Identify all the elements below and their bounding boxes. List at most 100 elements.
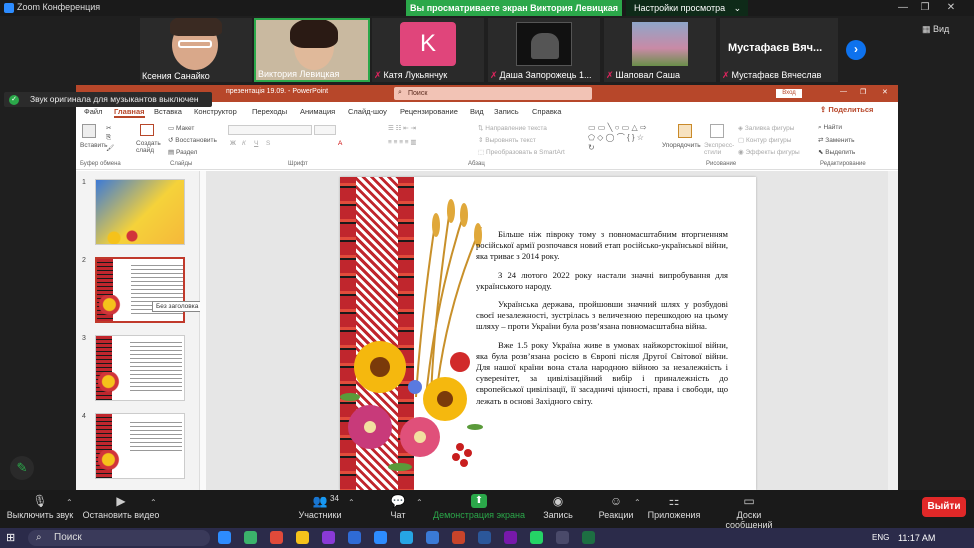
quick-styles-button[interactable]: Экспресс-стили bbox=[704, 142, 734, 156]
participant-tile[interactable]: ✗ Шаповал Саша bbox=[604, 18, 716, 82]
paste-button[interactable]: Вставить bbox=[80, 142, 108, 149]
reactions-options-caret[interactable]: ⌃ bbox=[634, 498, 641, 507]
bold-icon[interactable]: Ж bbox=[230, 140, 236, 147]
reactions-button[interactable]: ☺ Реакции bbox=[594, 490, 638, 528]
close-icon[interactable]: ✕ bbox=[882, 88, 888, 96]
share-button[interactable]: ⇪ Поделиться bbox=[820, 105, 873, 114]
tab-slideshow[interactable]: Слайд-шоу bbox=[348, 107, 387, 116]
minimize-icon[interactable]: — bbox=[892, 1, 914, 15]
font-color-icon[interactable]: A bbox=[338, 140, 342, 147]
whatsapp-taskbar-icon[interactable] bbox=[530, 531, 543, 544]
stop-video-button[interactable]: ▶ Остановить видео bbox=[82, 490, 160, 528]
tab-record[interactable]: Запись bbox=[494, 107, 519, 116]
taskbar-app-icon[interactable] bbox=[296, 531, 309, 544]
current-slide[interactable]: Більше ніж півроку тому з повномасштабни… bbox=[340, 177, 756, 490]
whiteboards-button[interactable]: ▭ Доски сообщений bbox=[712, 490, 786, 530]
powerpoint-taskbar-icon[interactable] bbox=[452, 531, 465, 544]
windows-start-icon[interactable]: ⊞ bbox=[6, 531, 20, 545]
bullets-icon[interactable]: ☰ ☷ ⇤ ⇥ bbox=[388, 124, 416, 132]
restore-icon[interactable]: ❐ bbox=[860, 88, 866, 96]
font-size-select[interactable] bbox=[314, 125, 336, 135]
italic-icon[interactable]: К bbox=[242, 140, 246, 147]
shape-effects-button[interactable]: ◉ Эффекты фигуры bbox=[738, 148, 800, 156]
zoom-taskbar-icon[interactable] bbox=[374, 531, 387, 544]
tab-animation[interactable]: Анимация bbox=[300, 107, 335, 116]
section-button[interactable]: ▤ Раздел bbox=[168, 148, 197, 156]
participant-tile-active[interactable]: Виктория Левицкая bbox=[254, 18, 370, 82]
thumbnail-scrollbar[interactable] bbox=[200, 171, 206, 490]
tab-file[interactable]: Файл bbox=[84, 107, 102, 116]
language-indicator[interactable]: ENG bbox=[872, 533, 889, 542]
mute-button[interactable]: 🎙 Выключить звук bbox=[4, 490, 76, 528]
apps-button[interactable]: ⚏ Приложения bbox=[646, 490, 702, 528]
slide-thumbnail[interactable] bbox=[95, 179, 185, 245]
smartart-button[interactable]: ⬚ Преобразовать в SmartArt bbox=[478, 148, 565, 156]
cut-icon[interactable]: ✂ bbox=[106, 124, 111, 132]
quick-styles-icon[interactable] bbox=[710, 124, 724, 138]
tab-design[interactable]: Конструктор bbox=[194, 107, 237, 116]
chat-options-caret[interactable]: ⌃ bbox=[416, 498, 423, 507]
view-button[interactable]: ▦ Вид bbox=[922, 24, 949, 35]
word-taskbar-icon[interactable] bbox=[478, 531, 491, 544]
taskbar-app-icon[interactable] bbox=[218, 531, 231, 544]
layout-button[interactable]: ▭ Макет bbox=[168, 124, 194, 132]
paste-icon[interactable] bbox=[82, 124, 96, 138]
next-page-button[interactable]: › bbox=[846, 40, 866, 60]
participants-button[interactable]: 👥 Участники bbox=[292, 490, 348, 528]
new-slide-button[interactable]: Создать слайд bbox=[136, 140, 162, 154]
arrange-icon[interactable] bbox=[678, 124, 692, 138]
taskbar-app-icon[interactable] bbox=[426, 531, 439, 544]
record-button[interactable]: ◉ Запись bbox=[536, 490, 580, 528]
shapes-gallery[interactable]: ▭ ▭ ╲ ○ ▭ △ ⇨ ⬠ ◇ ◯ ⌒ { } ☆ ↻ bbox=[588, 123, 652, 157]
participants-options-caret[interactable]: ⌃ bbox=[348, 498, 355, 507]
excel-taskbar-icon[interactable] bbox=[582, 531, 595, 544]
taskbar-app-icon[interactable] bbox=[556, 531, 569, 544]
chat-button[interactable]: 💬 Чат bbox=[380, 490, 416, 528]
telegram-taskbar-icon[interactable] bbox=[400, 531, 413, 544]
tab-help[interactable]: Справка bbox=[532, 107, 561, 116]
minimize-icon[interactable]: — bbox=[840, 88, 847, 95]
tab-transitions[interactable]: Переходы bbox=[252, 107, 287, 116]
slide-text-body[interactable]: Більше ніж півроку тому з повномасштабни… bbox=[476, 229, 728, 414]
participant-tile[interactable]: ✗ Даша Запорожець 1... bbox=[488, 18, 600, 82]
copy-icon[interactable]: ⎘ bbox=[106, 134, 111, 142]
shape-outline-button[interactable]: ▢ Контур фигуры bbox=[738, 136, 791, 144]
find-button[interactable]: ⌕ Найти bbox=[818, 124, 842, 132]
vertical-scrollbar[interactable] bbox=[888, 171, 898, 490]
clock[interactable]: 11:17 AM bbox=[898, 533, 935, 543]
annotate-pen-button[interactable]: ✎ bbox=[10, 456, 34, 480]
select-button[interactable]: ⬉ Выделить bbox=[818, 148, 855, 156]
align-text-button[interactable]: ⇕ Выровнять текст bbox=[478, 136, 536, 144]
slide-thumbnail[interactable] bbox=[95, 413, 185, 479]
participant-tile[interactable]: Ксения Санайко bbox=[140, 18, 252, 82]
underline-icon[interactable]: Ч bbox=[254, 140, 258, 147]
tab-view[interactable]: Вид bbox=[470, 107, 484, 116]
leave-button[interactable]: Выйти bbox=[922, 497, 966, 517]
taskbar-app-icon[interactable] bbox=[322, 531, 335, 544]
reset-button[interactable]: ↺ Восстановить bbox=[168, 136, 217, 144]
text-direction-button[interactable]: ⇅ Направление текста bbox=[478, 124, 547, 132]
tab-home[interactable]: Главная bbox=[114, 107, 145, 118]
sign-in-button[interactable]: Вход bbox=[776, 89, 802, 98]
onenote-taskbar-icon[interactable] bbox=[504, 531, 517, 544]
format-painter-icon[interactable]: 🖌 bbox=[106, 144, 114, 152]
arrange-button[interactable]: Упорядочить bbox=[662, 142, 701, 149]
new-slide-icon[interactable] bbox=[140, 124, 154, 136]
slide-thumbnail[interactable] bbox=[95, 335, 185, 401]
tab-review[interactable]: Рецензирование bbox=[400, 107, 458, 116]
mute-options-caret[interactable]: ⌃ bbox=[66, 498, 73, 507]
strikethrough-icon[interactable]: S bbox=[266, 140, 270, 147]
share-screen-button[interactable]: ⬆ Демонстрация экрана bbox=[432, 490, 526, 528]
view-settings-button[interactable]: Настройки просмотра ⌄ bbox=[626, 0, 748, 16]
close-icon[interactable]: ✕ bbox=[940, 1, 962, 15]
align-icons[interactable]: ≡ ≡ ≡ ≡ ▥ bbox=[388, 138, 417, 146]
font-name-select[interactable] bbox=[228, 125, 312, 135]
powerpoint-search[interactable]: Поиск bbox=[394, 87, 592, 100]
taskbar-app-icon[interactable] bbox=[348, 531, 361, 544]
taskbar-search[interactable]: Поиск bbox=[28, 530, 210, 546]
slide-thumbnail-selected[interactable] bbox=[95, 257, 185, 323]
shape-fill-button[interactable]: ◈ Заливка фигуры bbox=[738, 124, 794, 132]
restore-icon[interactable]: ❐ bbox=[914, 1, 936, 15]
taskbar-app-icon[interactable] bbox=[244, 531, 257, 544]
video-options-caret[interactable]: ⌃ bbox=[150, 498, 157, 507]
